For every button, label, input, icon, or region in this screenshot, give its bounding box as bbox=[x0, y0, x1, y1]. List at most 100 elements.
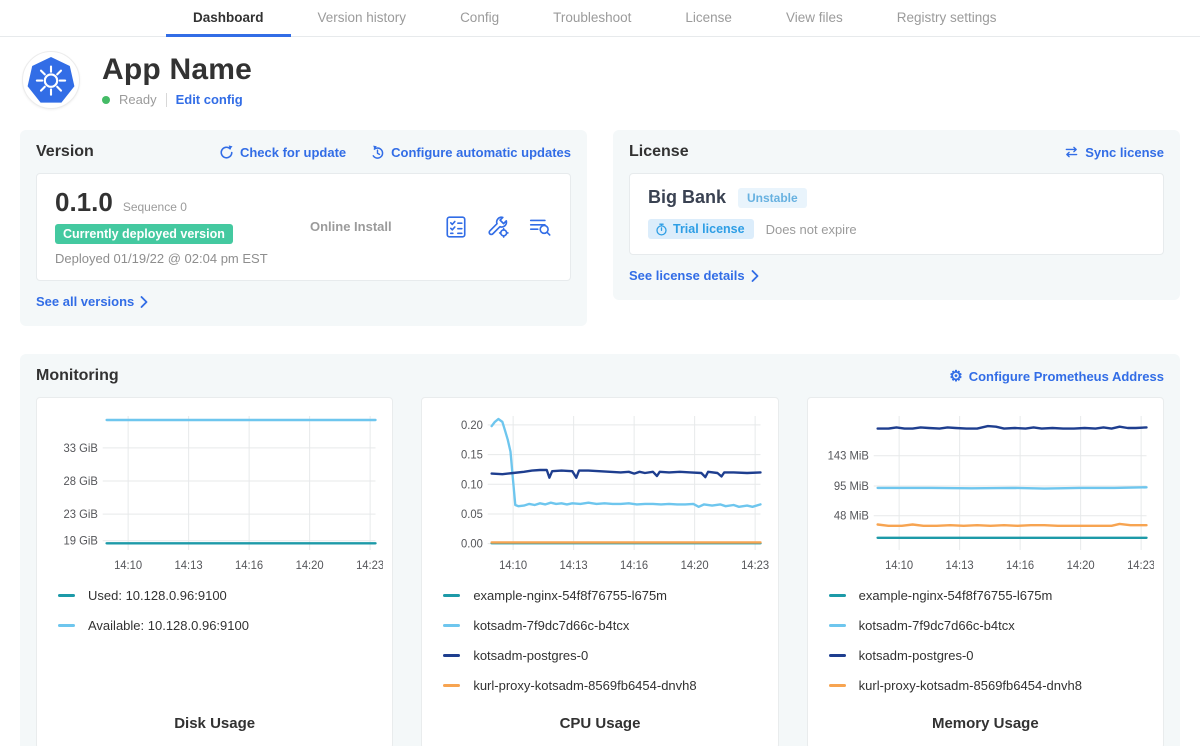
memory-usage-legend: example-nginx-54f8f76755-l675m kotsadm-7f… bbox=[829, 588, 1154, 693]
channel-badge: Unstable bbox=[738, 188, 807, 208]
svg-text:14:13: 14:13 bbox=[175, 560, 203, 572]
tab-view-files[interactable]: View files bbox=[759, 0, 870, 37]
svg-text:23 GiB: 23 GiB bbox=[63, 509, 97, 521]
clock-refresh-icon bbox=[370, 145, 385, 160]
svg-text:0.15: 0.15 bbox=[461, 449, 483, 461]
svg-text:14:13: 14:13 bbox=[945, 560, 973, 572]
legend-color-dash bbox=[58, 594, 75, 597]
svg-text:95 MiB: 95 MiB bbox=[834, 481, 869, 493]
legend-item: kurl-proxy-kotsadm-8569fb6454-dnvh8 bbox=[829, 678, 1154, 693]
see-license-details-link[interactable]: See license details bbox=[629, 268, 759, 283]
check-for-update-label: Check for update bbox=[240, 145, 346, 160]
legend-color-dash bbox=[829, 654, 846, 657]
legend-color-dash bbox=[829, 624, 846, 627]
cpu-usage-chart: 14:1014:1314:1614:2014:230.000.050.100.1… bbox=[431, 408, 768, 576]
preflight-checklist-icon[interactable] bbox=[444, 215, 468, 239]
legend-item: kotsadm-postgres-0 bbox=[443, 648, 768, 663]
legend-label: example-nginx-54f8f76755-l675m bbox=[473, 588, 667, 603]
svg-text:0.05: 0.05 bbox=[461, 509, 483, 521]
configure-prometheus-label: Configure Prometheus Address bbox=[969, 369, 1164, 384]
svg-text:14:13: 14:13 bbox=[560, 560, 588, 572]
cpu-usage-legend: example-nginx-54f8f76755-l675m kotsadm-7f… bbox=[443, 588, 768, 693]
legend-color-dash bbox=[829, 684, 846, 687]
svg-text:14:20: 14:20 bbox=[681, 560, 709, 572]
svg-text:14:23: 14:23 bbox=[356, 560, 383, 572]
monitoring-title: Monitoring bbox=[36, 367, 119, 385]
legend-item: kurl-proxy-kotsadm-8569fb6454-dnvh8 bbox=[443, 678, 768, 693]
legend-color-dash bbox=[443, 654, 460, 657]
svg-text:14:10: 14:10 bbox=[885, 560, 913, 572]
svg-text:14:23: 14:23 bbox=[1127, 560, 1154, 572]
version-number: 0.1.0 bbox=[55, 187, 113, 218]
deployed-timestamp: Deployed 01/19/22 @ 02:04 pm EST bbox=[55, 251, 310, 266]
app-logo bbox=[22, 51, 80, 109]
legend-label: kotsadm-postgres-0 bbox=[473, 648, 588, 663]
svg-text:0.20: 0.20 bbox=[461, 420, 483, 432]
sync-license-label: Sync license bbox=[1085, 145, 1164, 160]
license-panel: License Sync license Big Bank Unstable bbox=[613, 130, 1180, 300]
refresh-icon bbox=[219, 145, 234, 160]
legend-label: kurl-proxy-kotsadm-8569fb6454-dnvh8 bbox=[859, 678, 1082, 693]
license-panel-title: License bbox=[629, 143, 689, 161]
app-header: App Name Ready Edit config bbox=[0, 37, 1200, 117]
svg-text:28 GiB: 28 GiB bbox=[63, 476, 97, 488]
svg-text:14:23: 14:23 bbox=[741, 560, 768, 572]
page-title: App Name bbox=[102, 53, 252, 87]
legend-item: Available: 10.128.0.96:9100 bbox=[58, 618, 383, 633]
tab-registry-settings[interactable]: Registry settings bbox=[870, 0, 1024, 37]
divider bbox=[166, 93, 167, 107]
license-type-badge: Trial license bbox=[648, 219, 754, 239]
svg-text:14:16: 14:16 bbox=[1006, 560, 1034, 572]
legend-item: example-nginx-54f8f76755-l675m bbox=[829, 588, 1154, 603]
ready-status-dot bbox=[102, 96, 110, 104]
memory-usage-chart: 14:10 14:13 14:16 14:20 14:23 48 MiB 95 MiB 143… bbox=[817, 408, 1154, 576]
sync-arrows-icon bbox=[1064, 145, 1079, 159]
svg-text:14:10: 14:10 bbox=[114, 560, 142, 572]
svg-text:14:20: 14:20 bbox=[1066, 560, 1094, 572]
legend-label: kotsadm-7f9dc7d66c-b4tcx bbox=[859, 618, 1015, 633]
edit-config-link[interactable]: Edit config bbox=[176, 92, 243, 107]
app-status: Ready bbox=[119, 92, 157, 107]
license-card: Big Bank Unstable Trial license Does not… bbox=[629, 173, 1164, 255]
legend-label: kotsadm-7f9dc7d66c-b4tcx bbox=[473, 618, 629, 633]
svg-text:33 GiB: 33 GiB bbox=[63, 443, 97, 455]
legend-item: kotsadm-7f9dc7d66c-b4tcx bbox=[829, 618, 1154, 633]
legend-label: example-nginx-54f8f76755-l675m bbox=[859, 588, 1053, 603]
disk-usage-chart: 14:1014:1314:1614:2014:2319 GiB23 GiB28 … bbox=[46, 408, 383, 576]
version-panel-title: Version bbox=[36, 143, 94, 161]
view-logs-icon[interactable] bbox=[528, 215, 552, 239]
deployed-status-badge: Currently deployed version bbox=[55, 224, 233, 244]
check-for-update-link[interactable]: Check for update bbox=[219, 145, 346, 160]
kubernetes-logo bbox=[26, 55, 76, 105]
legend-item: kotsadm-7f9dc7d66c-b4tcx bbox=[443, 618, 768, 633]
config-wrench-icon[interactable] bbox=[486, 215, 510, 239]
see-license-details-label: See license details bbox=[629, 268, 745, 283]
configure-prometheus-link[interactable]: ⚙ Configure Prometheus Address bbox=[949, 369, 1164, 384]
chevron-right-icon bbox=[751, 270, 759, 282]
legend-color-dash bbox=[58, 624, 75, 627]
legend-label: Available: 10.128.0.96:9100 bbox=[88, 618, 249, 633]
chart-title: CPU Usage bbox=[431, 693, 768, 732]
disk-usage-legend: Used: 10.128.0.96:9100 Available: 10.128.… bbox=[58, 588, 383, 633]
memory-usage-chart-card: 14:10 14:13 14:16 14:20 14:23 48 MiB 95 MiB 143… bbox=[807, 397, 1164, 746]
svg-text:0.10: 0.10 bbox=[461, 479, 483, 491]
gear-icon: ⚙ bbox=[949, 369, 962, 384]
legend-label: Used: 10.128.0.96:9100 bbox=[88, 588, 227, 603]
configure-automatic-updates-link[interactable]: Configure automatic updates bbox=[370, 145, 571, 160]
legend-item: Used: 10.128.0.96:9100 bbox=[58, 588, 383, 603]
svg-text:143 MiB: 143 MiB bbox=[827, 451, 868, 463]
svg-text:48 MiB: 48 MiB bbox=[834, 511, 869, 523]
legend-item: kotsadm-postgres-0 bbox=[829, 648, 1154, 663]
monitoring-panel: Monitoring ⚙ Configure Prometheus Addres… bbox=[20, 354, 1180, 746]
tab-license[interactable]: License bbox=[658, 0, 759, 37]
tab-config[interactable]: Config bbox=[433, 0, 526, 37]
tab-troubleshoot[interactable]: Troubleshoot bbox=[526, 0, 658, 37]
stopwatch-icon bbox=[655, 223, 668, 236]
license-type-label: Trial license bbox=[673, 222, 745, 236]
sync-license-link[interactable]: Sync license bbox=[1064, 145, 1164, 160]
tab-dashboard[interactable]: Dashboard bbox=[166, 0, 291, 37]
license-expiry: Does not expire bbox=[766, 222, 857, 237]
tab-version-history[interactable]: Version history bbox=[291, 0, 434, 37]
configure-automatic-updates-label: Configure automatic updates bbox=[391, 145, 571, 160]
see-all-versions-link[interactable]: See all versions bbox=[36, 294, 148, 309]
